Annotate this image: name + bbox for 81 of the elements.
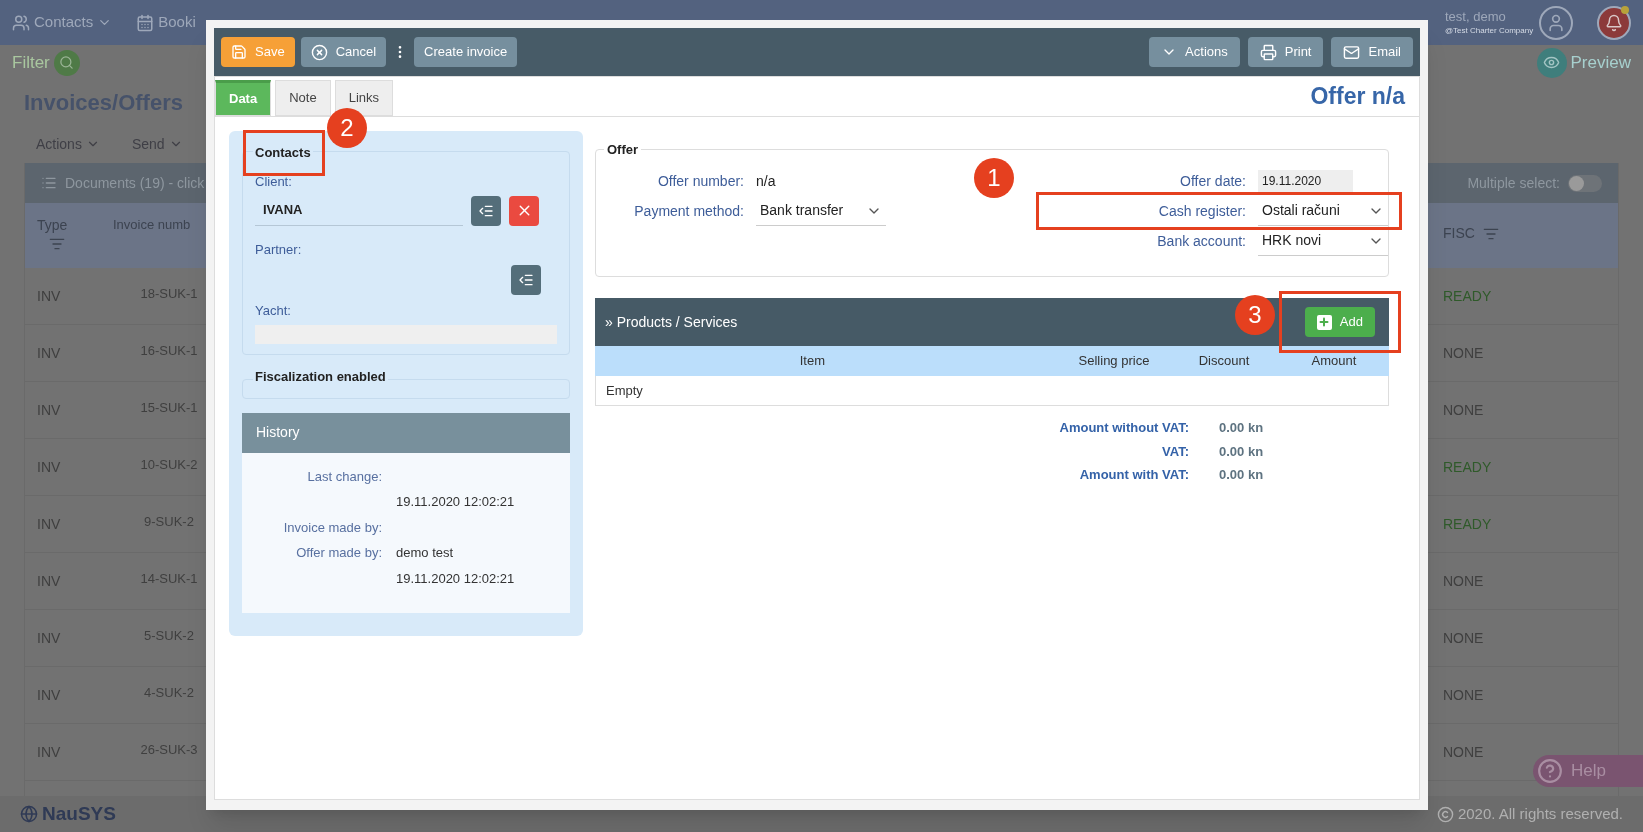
- annotation-number: 3: [1234, 295, 1275, 335]
- field-label: Offer date:: [1179, 171, 1246, 191]
- history-label: Invoice made by:: [282, 518, 382, 537]
- mail-icon: [1343, 43, 1361, 61]
- field-label: Cash register:: [1157, 201, 1246, 221]
- column-header: Item: [798, 352, 825, 371]
- users-icon: [12, 13, 30, 32]
- annotation-number: 1: [974, 158, 1014, 198]
- eye-icon: [1536, 47, 1567, 78]
- bell-icon[interactable]: [1597, 5, 1631, 40]
- nav-item[interactable]: Contacts: [12, 11, 113, 34]
- plus-icon: [1316, 314, 1332, 330]
- printer-icon: [1259, 43, 1277, 61]
- field-label: Yacht:: [255, 302, 292, 320]
- logo-text: NauSYS: [42, 801, 116, 826]
- field-label: Partner:: [255, 240, 303, 259]
- status-cell: READY: [1443, 287, 1492, 304]
- field-value: n/a: [756, 171, 776, 191]
- remove-button[interactable]: [509, 195, 539, 226]
- total-value: 0.00 kn: [1219, 442, 1265, 461]
- toolbar-button[interactable]: Cancel: [300, 37, 387, 67]
- user-name: test, demo: [1445, 9, 1506, 26]
- save-icon: [231, 44, 247, 60]
- list-icon: [41, 175, 57, 191]
- empty-text: Empty: [606, 381, 643, 400]
- toolbar-button[interactable]: Print: [1247, 37, 1324, 67]
- total-value: 0.00 kn: [1219, 466, 1265, 484]
- history-value: 19.11.2020 12:02:21: [396, 493, 516, 511]
- field-label: Payment method:: [633, 201, 744, 221]
- status-cell: READY: [1443, 515, 1492, 532]
- copyright-icon: [1436, 805, 1454, 823]
- history-label: Offer made by:: [295, 544, 382, 562]
- list-icon: [518, 272, 534, 288]
- globe-icon: [20, 805, 38, 823]
- status-cell: READY: [1443, 458, 1492, 475]
- close-icon: [310, 43, 328, 61]
- add-button[interactable]: Add: [1304, 307, 1375, 337]
- sort-icon: [49, 236, 65, 252]
- tab[interactable]: Data: [215, 80, 272, 116]
- nav-item[interactable]: Booki: [136, 11, 196, 34]
- annotation-number: 2: [327, 108, 367, 148]
- client-field[interactable]: IVANA: [255, 195, 463, 226]
- fieldset-legend: Contacts: [253, 145, 313, 160]
- total-label: Amount with VAT:: [1078, 466, 1189, 484]
- date-field[interactable]: 19.11.2020: [1258, 170, 1353, 192]
- column-header: Discount: [1197, 352, 1251, 371]
- toolbar-button[interactable]: Create invoice: [414, 37, 518, 67]
- history-label: Last change:: [306, 467, 382, 486]
- select-field[interactable]: Bank transfer: [756, 196, 886, 226]
- toolbar-button[interactable]: Actions: [1149, 37, 1240, 67]
- help-button[interactable]: Help: [1533, 755, 1643, 787]
- select-field[interactable]: HRK novi: [1258, 226, 1388, 256]
- filter-button[interactable]: Filter: [12, 49, 80, 76]
- toolbar-button[interactable]: Email: [1331, 37, 1413, 67]
- tab[interactable]: Note: [275, 80, 331, 116]
- history-value: 19.11.2020 12:02:21: [396, 569, 516, 588]
- calendar-icon: [136, 13, 155, 32]
- preview-button[interactable]: Preview: [1536, 47, 1631, 78]
- field-label: Bank account:: [1156, 231, 1246, 251]
- copyright-text: 2020. All rights reserved.: [1457, 803, 1623, 824]
- search-icon: [53, 49, 80, 76]
- list-button[interactable]: [511, 265, 541, 295]
- column-header: Amount: [1310, 352, 1358, 371]
- total-label: Amount without VAT:: [1058, 419, 1189, 437]
- section-title: » Products / Services: [605, 312, 738, 332]
- history-value: demo test: [396, 544, 455, 562]
- list-button[interactable]: [471, 195, 501, 226]
- dialog-title: Offer n/a: [1310, 82, 1405, 112]
- company-name: @Test Charter Company: [1445, 25, 1534, 36]
- user-avatar-icon[interactable]: [1539, 5, 1573, 40]
- history-header: History: [242, 412, 570, 453]
- field-label: Offer number:: [656, 171, 744, 191]
- select-field[interactable]: Ostali računi: [1258, 196, 1388, 226]
- toolbar-button[interactable]: Save: [221, 37, 295, 67]
- tab[interactable]: Links: [334, 80, 393, 116]
- field-label: Client:: [255, 173, 293, 191]
- help-icon: [1537, 758, 1563, 784]
- total-label: VAT:: [1161, 442, 1189, 461]
- toggle-switch[interactable]: [1568, 174, 1602, 192]
- total-value: 0.00 kn: [1219, 419, 1265, 437]
- column-header: Selling price: [1077, 352, 1151, 371]
